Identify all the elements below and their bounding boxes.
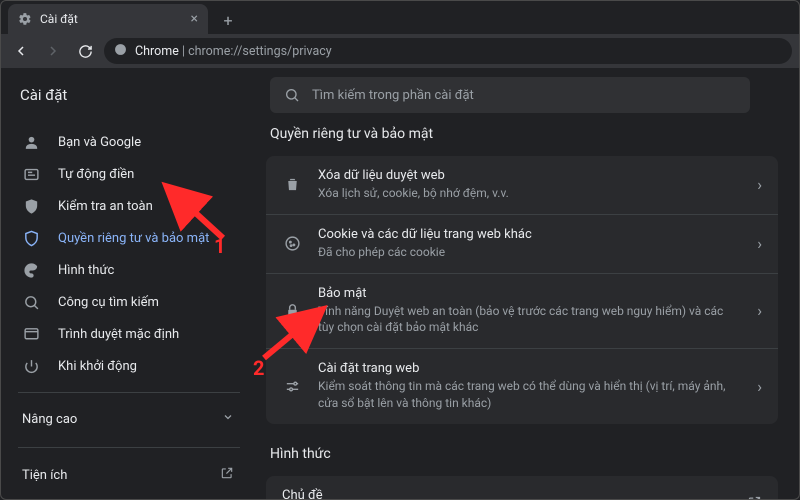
settings-sidebar: Bạn và Google Tự động điền Kiểm tra an t… <box>0 122 258 500</box>
external-link-icon <box>220 466 234 484</box>
browser-toolbar: Chrome | chrome://settings/privacy <box>0 34 800 68</box>
close-icon[interactable]: × <box>191 11 198 27</box>
sidebar-about-chrome[interactable]: Giới thiệu về Chrome <box>0 494 258 500</box>
chevron-right-icon: › <box>757 301 762 320</box>
row-theme[interactable]: Chủ đề Mở cửa hàng Chrome trực tuyến <box>266 476 778 500</box>
row-subtitle: Xóa lịch sử, cookie, bộ nhớ đệm, v.v. <box>318 185 741 202</box>
sidebar-advanced-label: Nâng cao <box>22 412 77 427</box>
browser-icon <box>22 325 40 343</box>
privacy-card-group: Xóa dữ liệu duyệt web Xóa lịch sử, cooki… <box>266 156 778 424</box>
person-icon <box>22 133 40 151</box>
power-icon <box>22 357 40 375</box>
page-title: Cài đặt <box>20 86 250 104</box>
url-prefix: chrome:// <box>188 44 242 59</box>
search-icon <box>22 293 40 311</box>
chevron-right-icon: › <box>757 234 762 253</box>
cookie-icon <box>282 234 302 254</box>
row-clear-browsing-data[interactable]: Xóa dữ liệu duyệt web Xóa lịch sử, cooki… <box>266 156 778 214</box>
lock-icon <box>282 301 302 321</box>
url-path: settings/privacy <box>242 44 331 59</box>
chrome-icon <box>114 43 127 59</box>
tab-title: Cài đặt <box>40 12 78 26</box>
sidebar-item-label: Bạn và Google <box>58 135 141 150</box>
sidebar-item-label: Hình thức <box>58 263 114 278</box>
back-button[interactable] <box>8 38 34 64</box>
browser-tab[interactable]: Cài đặt × <box>8 4 208 34</box>
sidebar-item-search-engine[interactable]: Công cụ tìm kiếm <box>0 286 244 318</box>
new-tab-button[interactable]: + <box>214 6 242 34</box>
divider <box>18 447 240 448</box>
sidebar-item-default-browser[interactable]: Trình duyệt mặc định <box>0 318 244 350</box>
appearance-card-group: Chủ đề Mở cửa hàng Chrome trực tuyến Hiể… <box>266 476 778 500</box>
row-cookies[interactable]: Cookie và các dữ liệu trang web khác Đã … <box>266 214 778 273</box>
palette-icon <box>22 261 40 279</box>
external-link-icon <box>747 495 762 500</box>
shield-check-icon <box>22 197 40 215</box>
row-site-settings[interactable]: Cài đặt trang web Kiểm soát thông tin mà… <box>266 348 778 424</box>
sidebar-item-label: Tự động điền <box>58 167 134 182</box>
row-title: Bảo mật <box>318 286 741 301</box>
shield-icon <box>22 229 40 247</box>
row-title: Cookie và các dữ liệu trang web khác <box>318 227 741 242</box>
settings-search[interactable]: Tìm kiếm trong phần cài đặt <box>270 77 750 113</box>
trash-icon <box>282 175 302 195</box>
sidebar-extensions-label: Tiện ích <box>22 468 67 483</box>
sidebar-advanced[interactable]: Nâng cao <box>0 401 258 437</box>
sidebar-item-safety-check[interactable]: Kiểm tra an toàn <box>0 190 244 222</box>
row-subtitle: Tính năng Duyệt web an toàn (bảo vệ trướ… <box>318 303 741 337</box>
row-security[interactable]: Bảo mật Tính năng Duyệt web an toàn (bảo… <box>266 273 778 349</box>
row-title: Cài đặt trang web <box>318 361 741 376</box>
row-subtitle: Đã cho phép các cookie <box>318 244 741 261</box>
sidebar-item-privacy[interactable]: Quyền riêng tư và bảo mật <box>0 222 244 254</box>
settings-header: Cài đặt Tìm kiếm trong phần cài đặt <box>0 68 800 122</box>
sidebar-item-autofill[interactable]: Tự động điền <box>0 158 244 190</box>
url-secure-label: Chrome <box>135 44 179 59</box>
row-title: Xóa dữ liệu duyệt web <box>318 168 741 183</box>
chevron-down-icon <box>222 411 234 427</box>
tab-strip: Cài đặt × + <box>0 0 800 34</box>
sidebar-item-you-and-google[interactable]: Bạn và Google <box>0 126 244 158</box>
section-title-privacy: Quyền riêng tư và bảo mật <box>270 126 778 142</box>
sidebar-item-on-startup[interactable]: Khi khởi động <box>0 350 244 382</box>
chevron-right-icon: › <box>757 377 762 396</box>
row-subtitle: Kiểm soát thông tin mà các trang web có … <box>318 378 741 412</box>
sidebar-item-appearance[interactable]: Hình thức <box>0 254 244 286</box>
row-title: Chủ đề <box>282 488 731 500</box>
address-bar[interactable]: Chrome | chrome://settings/privacy <box>104 38 792 64</box>
sidebar-extensions[interactable]: Tiện ích <box>0 456 258 494</box>
autofill-icon <box>22 165 40 183</box>
search-icon <box>284 87 300 103</box>
gear-icon <box>18 12 32 26</box>
search-placeholder: Tìm kiếm trong phần cài đặt <box>312 88 474 103</box>
sidebar-item-label: Khi khởi động <box>58 359 137 374</box>
chevron-right-icon: › <box>757 175 762 194</box>
sidebar-item-label: Kiểm tra an toàn <box>58 199 153 214</box>
sidebar-item-label: Trình duyệt mặc định <box>58 327 179 342</box>
sidebar-item-label: Quyền riêng tư và bảo mật <box>58 231 209 246</box>
settings-content: Quyền riêng tư và bảo mật Xóa dữ liệu du… <box>258 122 800 500</box>
forward-button[interactable] <box>40 38 66 64</box>
section-title-appearance: Hình thức <box>270 446 778 462</box>
sliders-icon <box>282 376 302 396</box>
sidebar-item-label: Công cụ tìm kiếm <box>58 295 159 310</box>
reload-button[interactable] <box>72 38 98 64</box>
divider <box>18 392 240 393</box>
